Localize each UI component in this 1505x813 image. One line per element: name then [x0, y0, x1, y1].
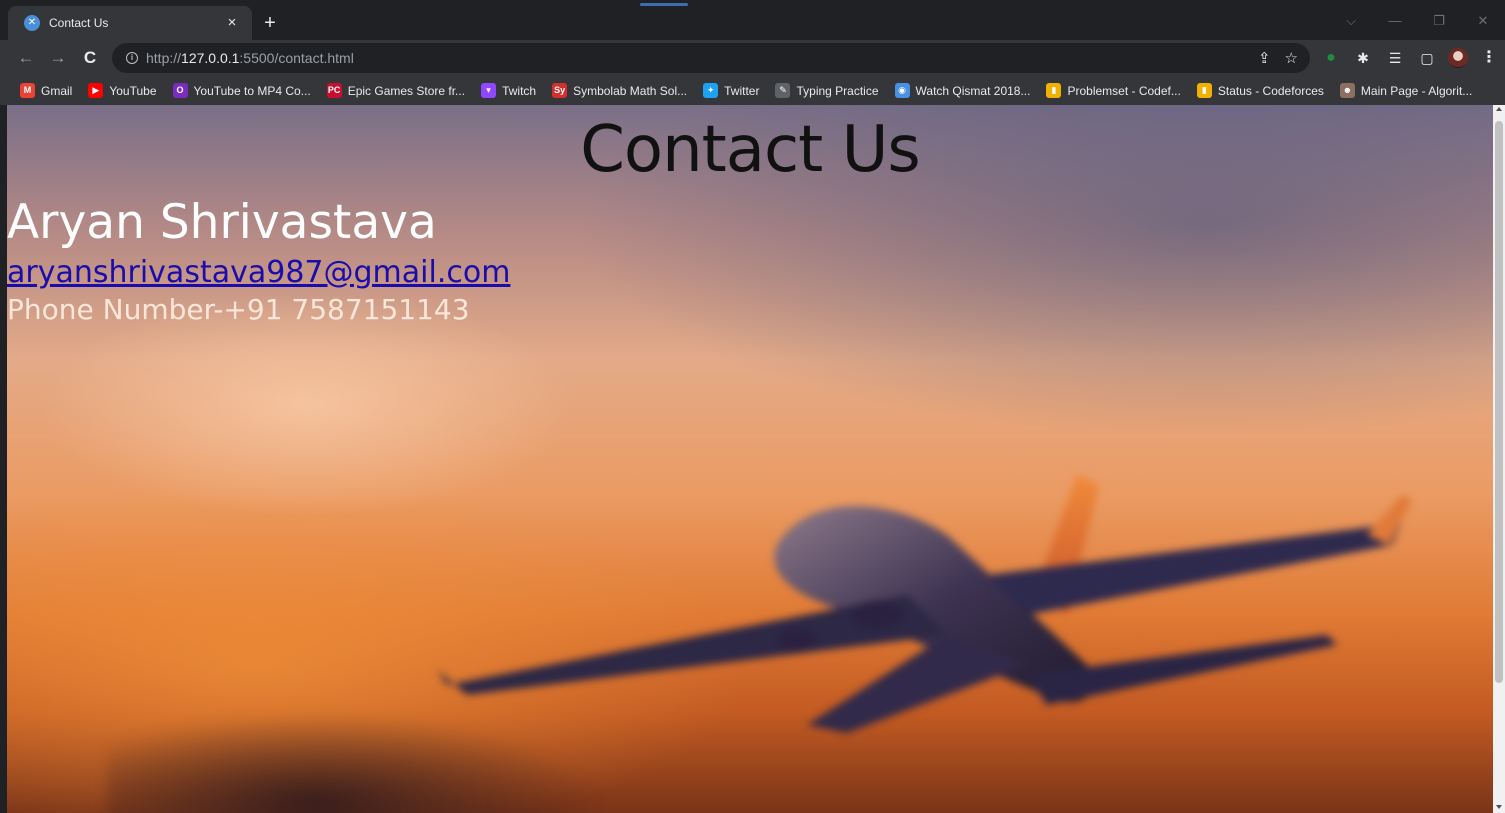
window-controls: ⌵ — ❐ ✕ [1329, 6, 1505, 36]
address-bar[interactable]: i http://127.0.0.1:5500/contact.html ⇪ ☆ [112, 43, 1310, 73]
bookmark-favicon-icon: ✦ [703, 83, 719, 98]
bookmark-item[interactable]: M Gmail [20, 83, 72, 98]
bookmark-item[interactable]: ▮ Status - Codeforces [1196, 83, 1324, 98]
bookmark-label: Status - Codeforces [1217, 83, 1324, 98]
scrollbar-thumb[interactable] [1495, 121, 1503, 683]
menu-icon[interactable]: ⋮ [1478, 47, 1500, 69]
bookmark-item[interactable]: ☻ Main Page - Algorit... [1339, 83, 1473, 98]
site-info-icon[interactable]: i [126, 52, 138, 64]
bookmark-label: Epic Games Store fr... [347, 83, 466, 98]
airplane-image [437, 475, 1412, 733]
bookmark-favicon-icon: ◉ [894, 83, 910, 98]
bookmark-item[interactable]: ▾ Twitch [481, 83, 536, 98]
page-title: Contact Us [580, 113, 921, 187]
browser-window: ✕ Contact Us × + ⌵ — ❐ ✕ ← → C i http://… [0, 0, 1505, 813]
bookmark-label: Gmail [41, 83, 73, 98]
bookmark-label: Symbolab Math Sol... [573, 83, 688, 98]
bookmark-item[interactable]: ✦ Twitter [703, 83, 759, 98]
bookmark-favicon-icon: M [20, 83, 35, 98]
tab-search-icon[interactable]: ⌵ [1329, 6, 1373, 36]
bookmark-favicon-icon: ▮ [1046, 83, 1062, 98]
profile-avatar[interactable] [1448, 48, 1468, 68]
url-scheme: http:// [146, 50, 182, 66]
bookmark-star-icon[interactable]: ☆ [1285, 49, 1298, 67]
puzzle-icon[interactable]: ✱ [1352, 47, 1374, 69]
reload-button[interactable]: C [78, 46, 102, 70]
restore-button[interactable]: ❐ [1417, 6, 1461, 36]
forward-button[interactable]: → [46, 46, 70, 70]
bookmark-label: Watch Qismat 2018... [915, 83, 1031, 98]
browser-toolbar: ← → C i http://127.0.0.1:5500/contact.ht… [0, 40, 1505, 76]
scroll-up-icon[interactable] [1496, 107, 1502, 111]
url-text[interactable]: http://127.0.0.1:5500/contact.html [146, 50, 354, 66]
bookmark-favicon-icon: PC [326, 83, 342, 98]
contact-phone: Phone Number-+91 7587151143 [7, 293, 470, 326]
bookmark-label: Twitter [724, 83, 760, 98]
share-icon[interactable]: ⇪ [1258, 49, 1271, 67]
bookmark-item[interactable]: ✎ Typing Practice [775, 83, 879, 98]
tab-bar: ✕ Contact Us × + ⌵ — ❐ ✕ [0, 6, 1505, 40]
omnibox-actions: ⇪ ☆ [1258, 43, 1298, 73]
bookmark-favicon-icon: ✎ [775, 83, 791, 98]
minimize-button[interactable]: — [1373, 6, 1417, 36]
url-path: :5500/contact.html [239, 50, 354, 66]
contact-email-link[interactable]: aryanshrivastava987@gmail.com [7, 255, 510, 290]
bookmark-label: Typing Practice [796, 83, 879, 98]
bookmark-label: Twitch [502, 83, 537, 98]
bookmark-label: YouTube [109, 83, 157, 98]
bookmark-label: Main Page - Algorit... [1360, 83, 1473, 98]
new-tab-button[interactable]: + [258, 11, 282, 35]
bookmark-favicon-icon: ▾ [481, 83, 497, 98]
bookmark-favicon-icon: O [172, 83, 188, 98]
tab-contact-us[interactable]: ✕ Contact Us × [8, 6, 252, 40]
url-host: 127.0.0.1 [181, 50, 240, 66]
bookmark-favicon-icon: ▮ [1196, 83, 1212, 98]
bookmarks-bar: M Gmail ▶ YouTube O YouTube to MP4 Co... PC Epi… [0, 76, 1505, 105]
bookmark-item[interactable]: ◉ Watch Qismat 2018... [894, 83, 1031, 98]
extension-icon[interactable]: ● [1320, 47, 1342, 69]
tab-close-icon[interactable]: × [222, 13, 242, 33]
extensions-area: ● ✱ ☰ ▢ ⋮ [1320, 46, 1500, 70]
bookmark-item[interactable]: O YouTube to MP4 Co... [172, 83, 311, 98]
contact-name: Aryan Shrivastava [7, 195, 437, 250]
side-panel-icon[interactable]: ▢ [1416, 47, 1438, 69]
bookmark-item[interactable]: ▶ YouTube [88, 83, 157, 98]
bookmark-item[interactable]: ▮ Problemset - Codef... [1046, 83, 1181, 98]
bookmark-favicon-icon: ▶ [88, 83, 104, 98]
bookmark-item[interactable]: Sy Symbolab Math Sol... [552, 83, 687, 98]
tab-title: Contact Us [49, 16, 109, 30]
bookmark-item[interactable]: PC Epic Games Store fr... [326, 83, 466, 98]
back-button[interactable]: ← [14, 46, 38, 70]
close-window-button[interactable]: ✕ [1461, 6, 1505, 36]
bookmark-favicon-icon: ☻ [1339, 83, 1355, 98]
scroll-down-icon[interactable] [1496, 805, 1502, 809]
bookmark-favicon-icon: Sy [552, 83, 568, 98]
page-viewport: Contact Us Aryan Shrivastava aryanshriva… [7, 105, 1493, 813]
tab-favicon-icon: ✕ [24, 15, 40, 31]
bookmark-label: Problemset - Codef... [1067, 83, 1181, 98]
vertical-scrollbar[interactable] [1493, 105, 1505, 813]
bookmark-label: YouTube to MP4 Co... [193, 83, 311, 98]
reading-list-icon[interactable]: ☰ [1384, 47, 1406, 69]
